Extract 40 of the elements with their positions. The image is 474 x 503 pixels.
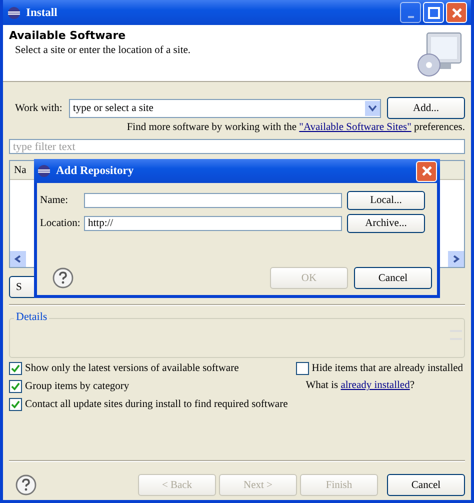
- checkbox-label: Group items by category: [25, 381, 130, 392]
- button[interactable]: Local...: [347, 191, 425, 210]
- checkbox[interactable]: [9, 380, 22, 393]
- close-button[interactable]: [416, 160, 437, 182]
- installed-link[interactable]: already installed: [340, 380, 410, 391]
- help-text: What is already installed?: [306, 380, 416, 391]
- column-header[interactable]: Na: [10, 164, 26, 176]
- text-field[interactable]: http://: [84, 216, 342, 231]
- checkbox-label: Show only the latest versions of available software: [25, 363, 239, 374]
- sites-link[interactable]: "Available Software Sites": [299, 122, 412, 133]
- checkbox[interactable]: [9, 398, 22, 411]
- button[interactable]: Cancel: [354, 267, 432, 289]
- filter-field[interactable]: type filter text: [9, 139, 465, 154]
- dialog-title: Add Repository: [56, 165, 134, 177]
- field-label: Name:: [40, 195, 69, 206]
- globe-icon: [37, 164, 51, 178]
- checkbox-label: Contact all update sites during install to find required software: [25, 399, 288, 410]
- help-icon[interactable]: [15, 474, 37, 496]
- add-button[interactable]: Add...: [387, 97, 465, 119]
- globe-icon: [7, 6, 21, 20]
- window-title: Install: [26, 6, 58, 18]
- button[interactable]: Cancel: [387, 474, 465, 496]
- page-subtitle: Select a site or enter the location of a site.: [15, 45, 192, 56]
- field-label: Work with:: [15, 102, 64, 114]
- minimize-icon: [408, 16, 414, 18]
- checkbox[interactable]: [296, 362, 309, 375]
- checkbox[interactable]: [9, 362, 22, 375]
- site-combo-box[interactable]: type or select a site: [69, 98, 381, 118]
- group-label: Details: [14, 311, 50, 323]
- help-icon[interactable]: [52, 267, 74, 289]
- maximize-button[interactable]: [423, 2, 444, 23]
- button[interactable]: Archive...: [347, 214, 425, 233]
- page-title: Available Software: [9, 29, 127, 42]
- checkbox-label: Hide items that are already installed: [312, 363, 464, 374]
- field-label: Location:: [40, 218, 82, 229]
- minimize-button[interactable]: [400, 2, 421, 23]
- hint-text: Find more software by working with the "Available Software Sites" preferences.: [126, 122, 465, 133]
- text-field[interactable]: [84, 193, 342, 208]
- dropdown-icon[interactable]: [365, 100, 380, 116]
- close-button[interactable]: [446, 2, 467, 23]
